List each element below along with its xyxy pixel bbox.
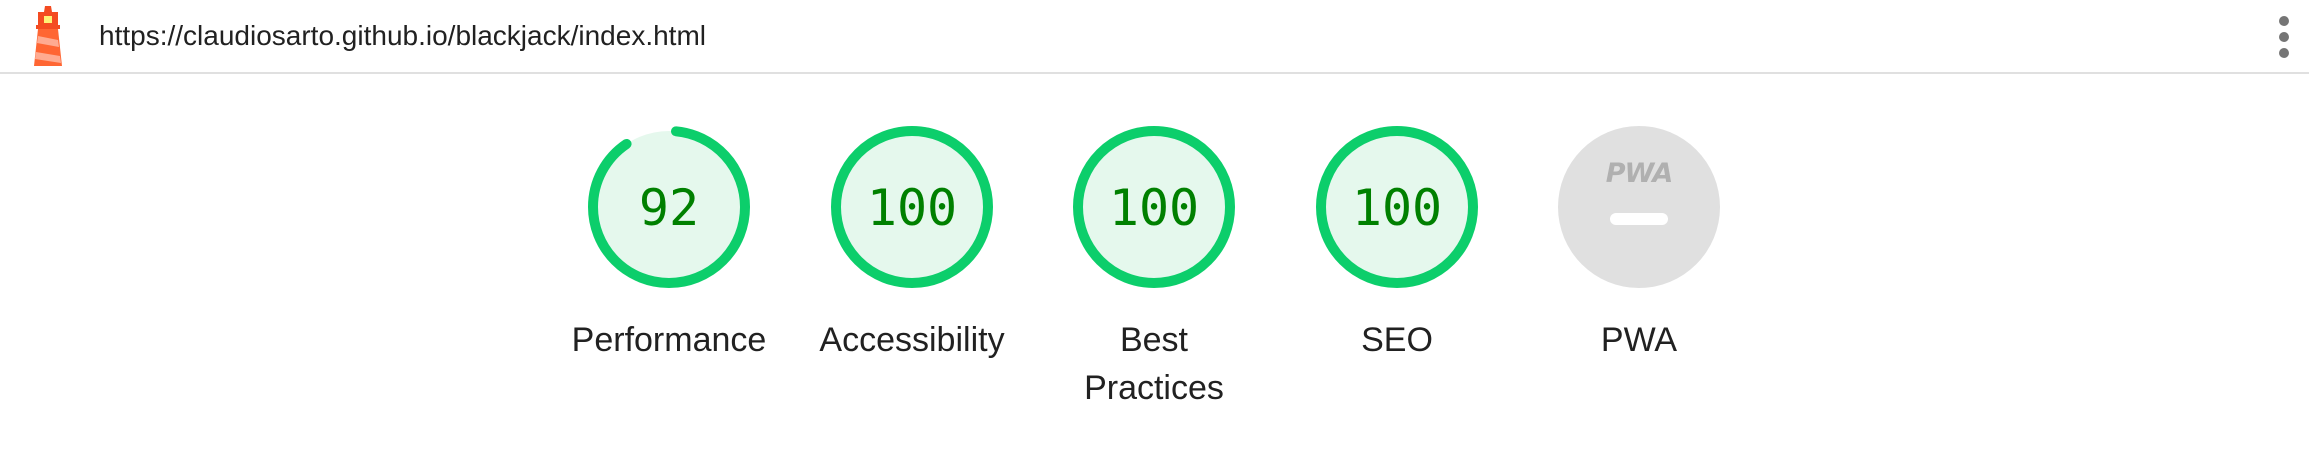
gauge-ring-accessibility: 100	[831, 126, 993, 288]
score-accessibility: 100	[867, 179, 957, 237]
score-seo: 100	[1352, 179, 1442, 237]
gauge-ring-seo: 100	[1316, 126, 1478, 288]
label-accessibility: Accessibility	[819, 321, 1005, 359]
gauge-ring-pwa: PWA	[1558, 126, 1720, 288]
pwa-badge: PWA	[1606, 158, 1673, 189]
gauge-ring-performance: 92	[588, 126, 750, 288]
lighthouse-icon	[34, 6, 62, 66]
gauge-best-practices[interactable]: 100 Best Practices	[1054, 124, 1254, 412]
label-performance: Performance	[571, 321, 767, 359]
more-vert-icon[interactable]	[2272, 14, 2296, 60]
gauge-accessibility[interactable]: 100 Accessibility	[812, 124, 1012, 364]
score-performance: 92	[639, 179, 699, 237]
gauge-seo[interactable]: 100 SEO	[1297, 124, 1497, 364]
label-pwa: PWA	[1600, 321, 1678, 359]
label-best-practices: Best Practices	[1084, 321, 1224, 407]
not-applicable-mark	[1610, 213, 1668, 225]
page-url: https://claudiosarto.github.io/blackjack…	[99, 20, 706, 51]
label-seo: SEO	[1361, 321, 1433, 359]
gauge-ring-best-practices: 100	[1073, 126, 1235, 288]
report-topbar: https://claudiosarto.github.io/blackjack…	[0, 0, 2309, 74]
gauge-performance[interactable]: 92 Performance	[569, 124, 769, 364]
gauge-pwa[interactable]: PWA PWA	[1539, 124, 1739, 364]
score-best-practices: 100	[1109, 179, 1199, 237]
